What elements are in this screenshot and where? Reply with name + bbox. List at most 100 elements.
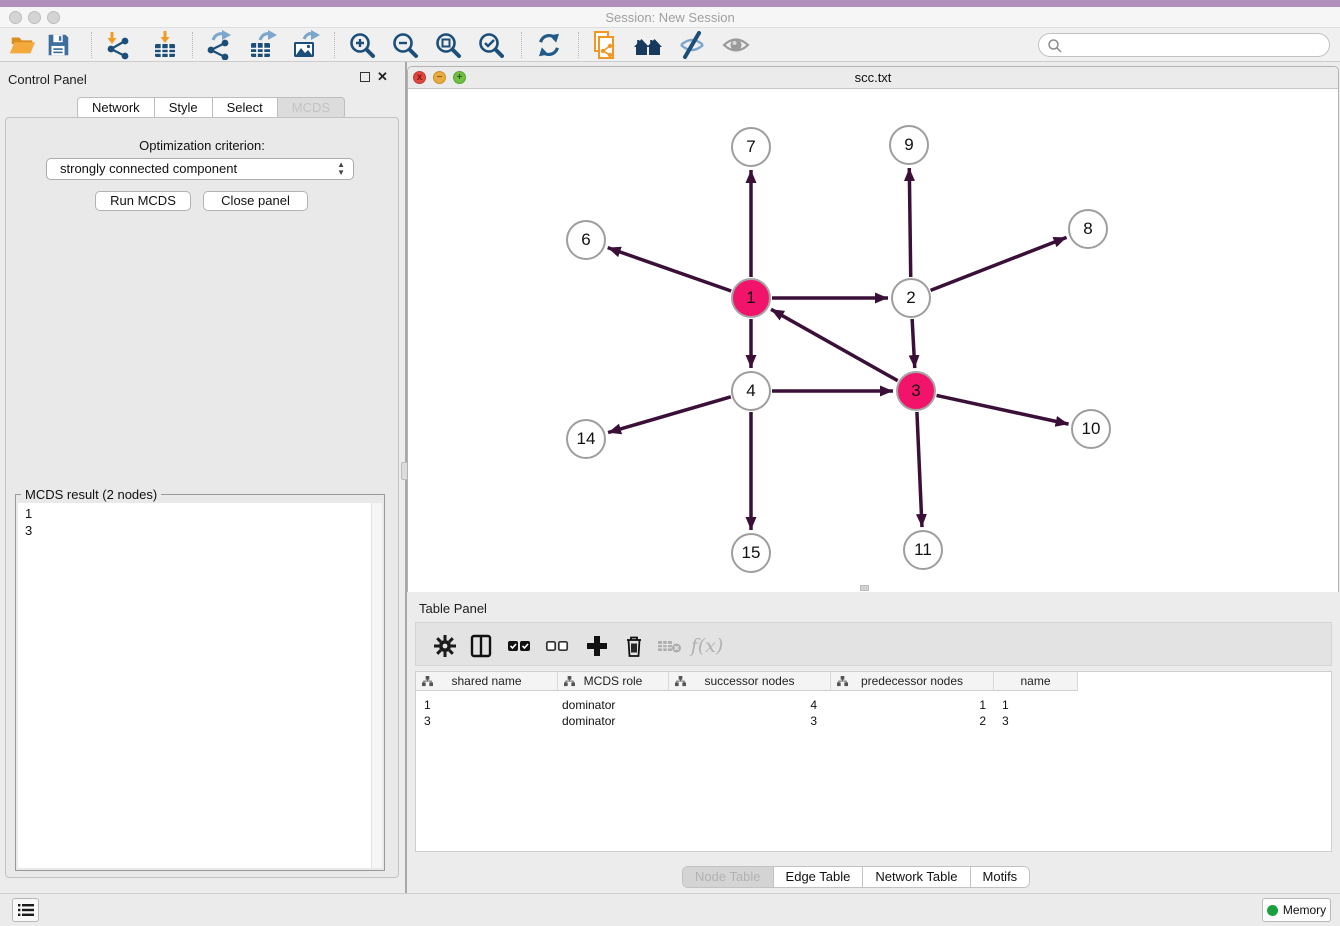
- graph-node-2[interactable]: 2: [891, 278, 931, 318]
- open-session-icon[interactable]: [7, 30, 37, 60]
- save-session-icon[interactable]: [43, 30, 73, 60]
- export-image-icon[interactable]: [290, 30, 320, 60]
- tree-icon: [675, 676, 686, 687]
- hide-panel-icon[interactable]: [677, 30, 707, 60]
- tab-motifs[interactable]: Motifs: [970, 867, 1030, 887]
- zoom-fit-icon[interactable]: [433, 30, 463, 60]
- network-canvas[interactable]: 1 2 3 4 6 7 8 9 10 11 14 15: [408, 89, 1338, 592]
- graph-edge[interactable]: [771, 309, 898, 380]
- network-splitter-grip[interactable]: [860, 585, 869, 591]
- refresh-icon[interactable]: [534, 30, 564, 60]
- graph-edge[interactable]: [608, 397, 731, 433]
- delete-icon[interactable]: [619, 631, 649, 661]
- search-input[interactable]: [1065, 36, 1323, 54]
- memory-label: Memory: [1283, 903, 1326, 917]
- control-panel: Control Panel ✕ Network Style Select MCD…: [0, 62, 405, 893]
- cell-predecessor-nodes: 2: [831, 713, 986, 729]
- table-panel-title: Table Panel: [419, 601, 487, 616]
- desktop-strip: [0, 0, 1340, 7]
- import-table-icon[interactable]: [150, 30, 180, 60]
- cell-shared-name: 1: [424, 697, 431, 713]
- node-table[interactable]: shared name MCDS role successor nodes pr…: [415, 671, 1332, 852]
- tree-icon: [837, 676, 848, 687]
- show-eye-icon: [721, 30, 751, 60]
- control-panel-tabs: Network Style Select MCDS: [77, 97, 345, 119]
- zoom-selected-icon[interactable]: [476, 30, 506, 60]
- graph-node-14[interactable]: 14: [566, 419, 606, 459]
- memory-button[interactable]: Memory: [1262, 898, 1331, 922]
- export-table-icon[interactable]: [247, 30, 277, 60]
- table-panel: Table Panel ✕ f(x) shared name: [407, 595, 1340, 893]
- app-titlebar: Session: New Session: [0, 7, 1340, 28]
- task-history-button[interactable]: [12, 898, 39, 922]
- tree-icon: [422, 676, 433, 687]
- tab-network-table[interactable]: Network Table: [862, 867, 969, 887]
- toolbar-separator: [578, 32, 579, 58]
- graph-edge[interactable]: [931, 237, 1067, 290]
- graph-node-11[interactable]: 11: [903, 530, 943, 570]
- graph-edge[interactable]: [937, 395, 1069, 424]
- graph-edge[interactable]: [917, 412, 922, 527]
- graph-node-1[interactable]: 1: [731, 278, 771, 318]
- column-header-predecessor-nodes[interactable]: predecessor nodes: [831, 672, 994, 691]
- run-mcds-button[interactable]: Run MCDS: [95, 191, 191, 211]
- cell-predecessor-nodes: 1: [831, 697, 986, 713]
- home-icon[interactable]: [633, 30, 663, 60]
- graph-node-15[interactable]: 15: [731, 533, 771, 573]
- graph-node-9[interactable]: 9: [889, 125, 929, 165]
- zoom-out-icon[interactable]: [390, 30, 420, 60]
- export-network-icon[interactable]: [203, 30, 233, 60]
- search-icon: [1047, 38, 1063, 54]
- mcds-result-text: 1 3: [18, 503, 382, 868]
- network-from-clipboard-icon[interactable]: [589, 30, 619, 60]
- graph-node-10[interactable]: 10: [1071, 409, 1111, 449]
- tab-edge-table[interactable]: Edge Table: [773, 867, 863, 887]
- table-toolbar: f(x): [415, 622, 1332, 666]
- tab-mcds[interactable]: MCDS: [278, 97, 345, 119]
- float-panel-icon[interactable]: [360, 72, 370, 82]
- graph-node-4[interactable]: 4: [731, 371, 771, 411]
- result-scrollbar[interactable]: [371, 503, 382, 868]
- delete-table-icon: [655, 631, 685, 661]
- tab-style[interactable]: Style: [155, 97, 213, 119]
- table-tabs: Node Table Edge Table Network Table Moti…: [682, 866, 1030, 888]
- tab-select[interactable]: Select: [213, 97, 278, 119]
- mcds-result-title: MCDS result (2 nodes): [21, 487, 161, 502]
- tab-node-table[interactable]: Node Table: [683, 867, 773, 887]
- column-header-successor-nodes[interactable]: successor nodes: [669, 672, 831, 691]
- cell-mcds-role: dominator: [562, 697, 615, 713]
- column-header-mcds-role[interactable]: MCDS role: [558, 672, 669, 691]
- network-view-title: scc.txt: [408, 70, 1338, 85]
- graph-edge[interactable]: [909, 168, 910, 277]
- control-panel-buttons: ✕: [360, 72, 388, 82]
- close-panel-button[interactable]: Close panel: [203, 191, 308, 211]
- graph-node-6[interactable]: 6: [566, 220, 606, 260]
- cell-name: 3: [1002, 713, 1009, 729]
- import-network-icon[interactable]: [103, 30, 133, 60]
- dropdown-stepper-icon: ▲▼: [337, 161, 345, 177]
- list-icon: [18, 903, 34, 917]
- add-icon[interactable]: [582, 631, 612, 661]
- graph-node-7[interactable]: 7: [731, 127, 771, 167]
- zoom-in-icon[interactable]: [347, 30, 377, 60]
- toolbar-separator: [334, 32, 335, 58]
- graph-node-3[interactable]: 3: [896, 371, 936, 411]
- status-bar: Memory: [0, 893, 1340, 926]
- cell-name: 1: [1002, 697, 1009, 713]
- deselect-all-icon[interactable]: [542, 631, 572, 661]
- column-header-name[interactable]: name: [994, 672, 1078, 691]
- select-all-icon[interactable]: [504, 631, 534, 661]
- criterion-dropdown[interactable]: strongly connected component ▲▼: [46, 158, 354, 180]
- column-header-shared-name[interactable]: shared name: [416, 672, 558, 691]
- network-window-titlebar: x − + scc.txt: [408, 67, 1338, 89]
- close-panel-icon[interactable]: ✕: [377, 72, 388, 82]
- split-view-icon[interactable]: [466, 631, 496, 661]
- tab-network[interactable]: Network: [77, 97, 155, 119]
- control-panel-title: Control Panel: [8, 72, 87, 87]
- main-toolbar: [0, 28, 1340, 62]
- gear-icon[interactable]: [430, 631, 460, 661]
- graph-node-8[interactable]: 8: [1068, 209, 1108, 249]
- graph-edge[interactable]: [608, 248, 731, 291]
- cell-successor-nodes: 3: [669, 713, 817, 729]
- graph-edge[interactable]: [912, 319, 915, 368]
